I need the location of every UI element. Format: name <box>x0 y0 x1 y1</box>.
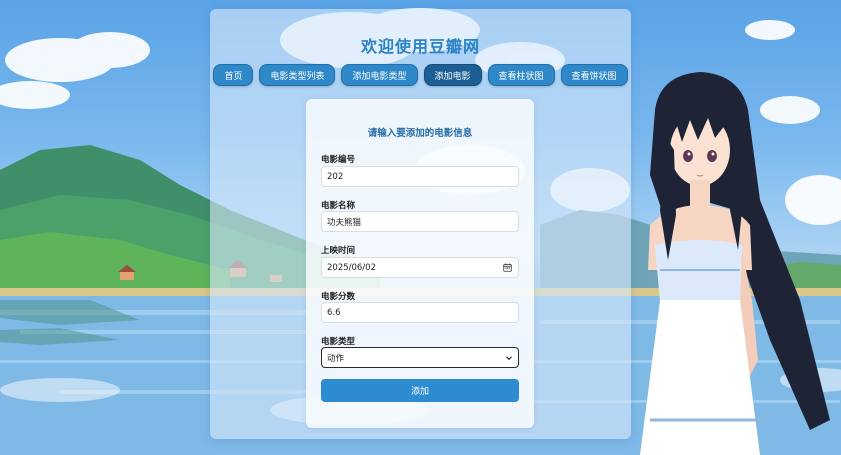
score-input[interactable]: 6.6 <box>321 302 519 323</box>
release-date-value: 2025/06/02 <box>327 262 376 273</box>
score-value: 6.6 <box>327 307 341 318</box>
movie-name-input[interactable]: 功夫熊猫 <box>321 211 519 232</box>
movie-name-value: 功夫熊猫 <box>327 217 362 228</box>
nav-movie-type-list-button[interactable]: 电影类型列表 <box>259 64 336 86</box>
movie-type-value: 动作 <box>327 353 345 364</box>
add-movie-form: 请输入要添加的电影信息 电影编号 202 电影名称 功夫熊猫 上映时间 2025… <box>306 99 534 428</box>
nav-add-movie-type-button[interactable]: 添加电影类型 <box>341 64 418 86</box>
calendar-icon[interactable] <box>503 263 512 272</box>
release-date-label: 上映时间 <box>321 246 356 256</box>
main-panel: 欢迎使用豆瓣网 首页 电影类型列表 添加电影类型 添加电影 查看柱状图 查看饼状… <box>210 9 631 439</box>
nav-home-button[interactable]: 首页 <box>213 64 254 86</box>
top-nav: 首页 电影类型列表 添加电影类型 添加电影 查看柱状图 查看饼状图 <box>210 64 631 86</box>
movie-id-value: 202 <box>327 171 344 182</box>
site-title: 欢迎使用豆瓣网 <box>360 37 480 56</box>
form-heading: 请输入要添加的电影信息 <box>367 128 473 139</box>
chevron-down-icon <box>506 356 512 361</box>
page-background: 欢迎使用豆瓣网 首页 电影类型列表 添加电影类型 添加电影 查看柱状图 查看饼状… <box>0 0 841 455</box>
nav-pie-chart-button[interactable]: 查看饼状图 <box>560 64 628 86</box>
release-date-input[interactable]: 2025/06/02 <box>321 257 519 278</box>
score-label: 电影分数 <box>321 292 356 302</box>
movie-type-label: 电影类型 <box>321 337 356 347</box>
movie-id-input[interactable]: 202 <box>321 166 519 187</box>
nav-add-movie-button[interactable]: 添加电影 <box>423 64 482 86</box>
nav-bar-chart-button[interactable]: 查看柱状图 <box>487 64 555 86</box>
add-submit-button[interactable]: 添加 <box>321 379 519 402</box>
movie-id-label: 电影编号 <box>321 155 356 165</box>
movie-type-select[interactable]: 动作 <box>321 347 519 368</box>
movie-name-label: 电影名称 <box>321 201 356 211</box>
